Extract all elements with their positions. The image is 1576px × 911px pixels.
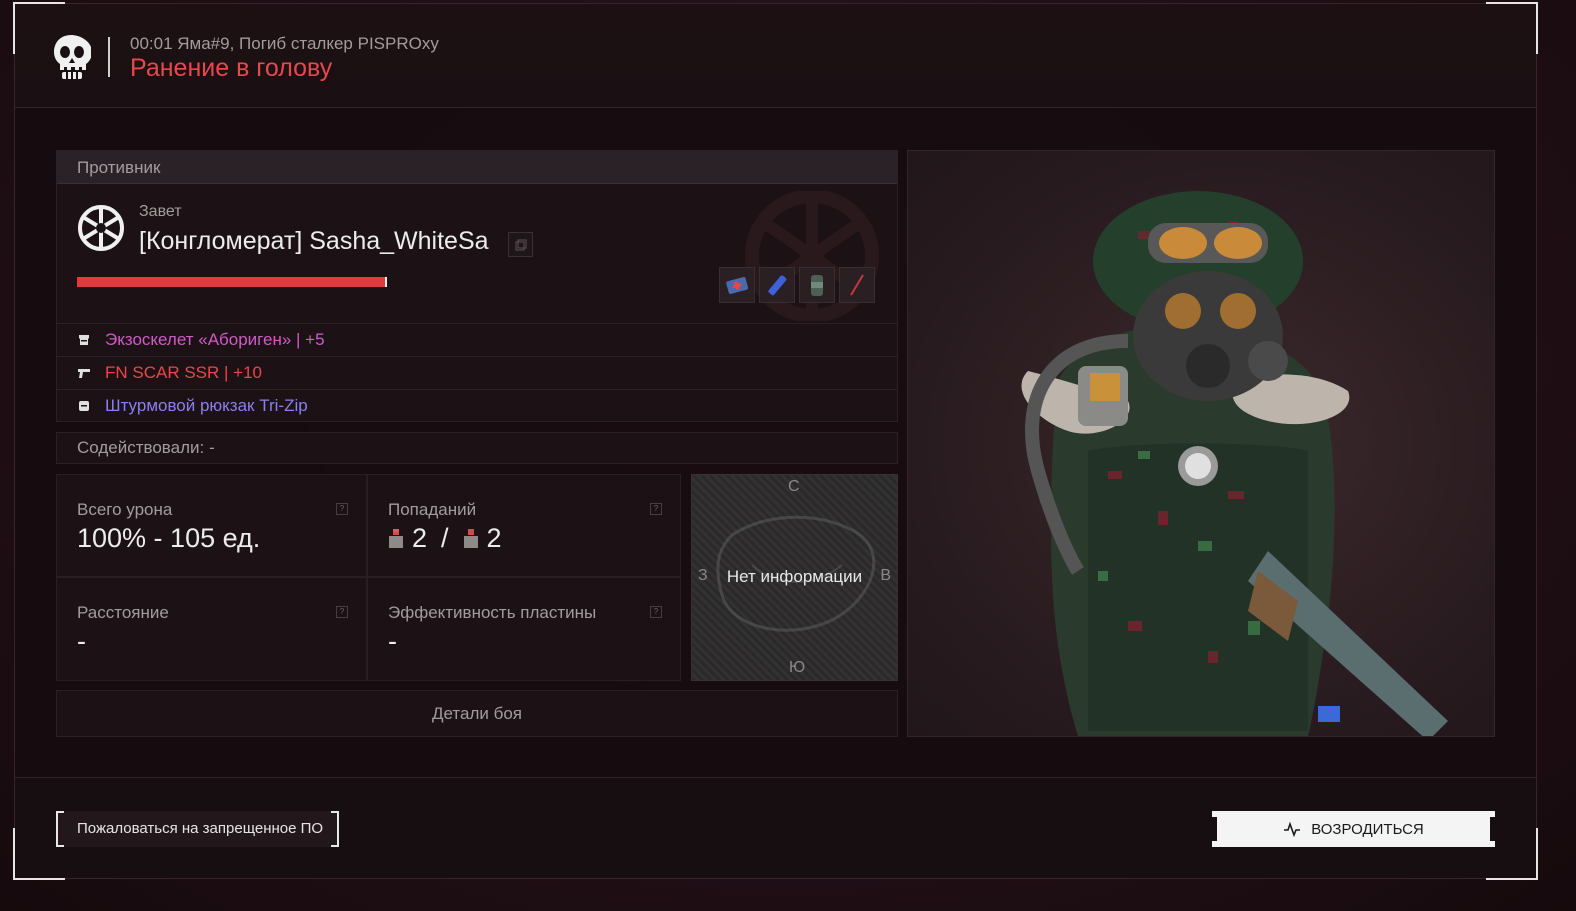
faction-icon [78, 205, 124, 251]
faction-name: Завет [139, 203, 182, 220]
stat-value: - [77, 626, 86, 656]
equipment-row-armor: Экзоскелет «Абориген» | +5 [57, 323, 897, 356]
empty-slot-icon [850, 274, 864, 296]
quick-slots [719, 267, 875, 303]
stat-total-damage: Всего урона 100% - 105 ед. ? [56, 474, 367, 577]
minimap-no-info: Нет информации [726, 567, 863, 586]
hits-count-b: 2 [486, 523, 502, 553]
gun-icon [78, 369, 90, 378]
stimulant-icon [768, 275, 787, 296]
canister-icon [811, 275, 823, 296]
report-cheater-button[interactable]: Пожаловаться на запрещенное ПО [56, 811, 339, 847]
button-notch [1490, 817, 1495, 841]
weapon-label: FN SCAR SSR | +10 [105, 363, 262, 382]
armor-label: Экзоскелет «Абориген» | +5 [105, 330, 325, 349]
body-hit-icon [389, 529, 403, 548]
armor-icon [79, 335, 89, 345]
death-info: 00:01 Яма#9, Погиб сталкер PISPROxy [130, 34, 439, 53]
help-icon[interactable]: ? [650, 606, 662, 618]
stat-distance: Расстояние - ? [56, 577, 367, 681]
compass-north: С [788, 478, 800, 495]
medkit-icon [726, 277, 749, 294]
skull-icon [54, 35, 91, 79]
respawn-label: ВОЗРОДИТЬСЯ [1311, 820, 1424, 838]
assists-row: Содействовали: - [56, 432, 898, 464]
enemy-character-preview [907, 150, 1495, 737]
copy-icon [515, 239, 527, 251]
quick-slot [839, 267, 875, 303]
footer: Пожаловаться на запрещенное ПО ВОЗРОДИТЬ… [15, 777, 1536, 878]
battle-details-button[interactable]: Детали боя [56, 690, 898, 737]
button-notch [1212, 817, 1217, 841]
report-label: Пожаловаться на запрещенное ПО [77, 820, 324, 837]
kill-minimap: С Ю З В Нет информации [691, 474, 898, 681]
backpack-label: Штурмовой рюкзак Tri-Zip [105, 396, 308, 415]
enemy-health-bar [77, 277, 387, 287]
stat-value: - [388, 626, 397, 656]
death-cause: Ранение в голову [130, 54, 333, 82]
stat-label: Эффективность пластины [388, 603, 597, 622]
hits-count-a: 2 [412, 523, 428, 553]
header: 00:01 Яма#9, Погиб сталкер PISPROxy Ране… [15, 4, 1536, 108]
respawn-button[interactable]: ВОЗРОДИТЬСЯ [1212, 811, 1495, 847]
stat-label: Всего урона [77, 500, 173, 519]
help-icon[interactable]: ? [336, 503, 348, 515]
equipment-row-backpack: Штурмовой рюкзак Tri-Zip [57, 389, 897, 422]
enemy-panel: Противник Завет [Конгломерат] Sasha_Whit… [56, 150, 898, 422]
stat-hits: Попаданий 2 / 2 ? [367, 474, 681, 577]
compass-south: Ю [789, 659, 806, 676]
enemy-section-title: Противник [57, 151, 897, 184]
header-divider [108, 37, 110, 77]
help-icon[interactable]: ? [336, 606, 348, 618]
quick-slot [719, 267, 755, 303]
backpack-icon [79, 401, 89, 411]
equipment-list: Экзоскелет «Абориген» | +5 FN SCAR SSR |… [57, 323, 897, 422]
stat-value: 100% - 105 ед. [77, 523, 261, 553]
body-hit-icon [463, 529, 478, 548]
quick-slot [799, 267, 835, 303]
character-model [1021, 191, 1448, 736]
death-screen-frame: 00:01 Яма#9, Погиб сталкер PISPROxy Ране… [13, 2, 1538, 880]
stat-label: Попаданий [388, 500, 477, 519]
help-icon[interactable]: ? [650, 503, 662, 515]
quick-slot [759, 267, 795, 303]
stat-plate-efficiency: Эффективность пластины - ? [367, 577, 681, 681]
stat-label: Расстояние [77, 603, 169, 622]
equipment-row-weapon: FN SCAR SSR | +10 [57, 356, 897, 389]
pulse-icon [1284, 821, 1301, 837]
enemy-player-name: [Конгломерат] Sasha_WhiteSa [139, 227, 489, 255]
copy-name-button[interactable] [508, 232, 533, 257]
hits-separator: / [441, 523, 449, 553]
stat-value: 2 / 2 [388, 523, 502, 554]
